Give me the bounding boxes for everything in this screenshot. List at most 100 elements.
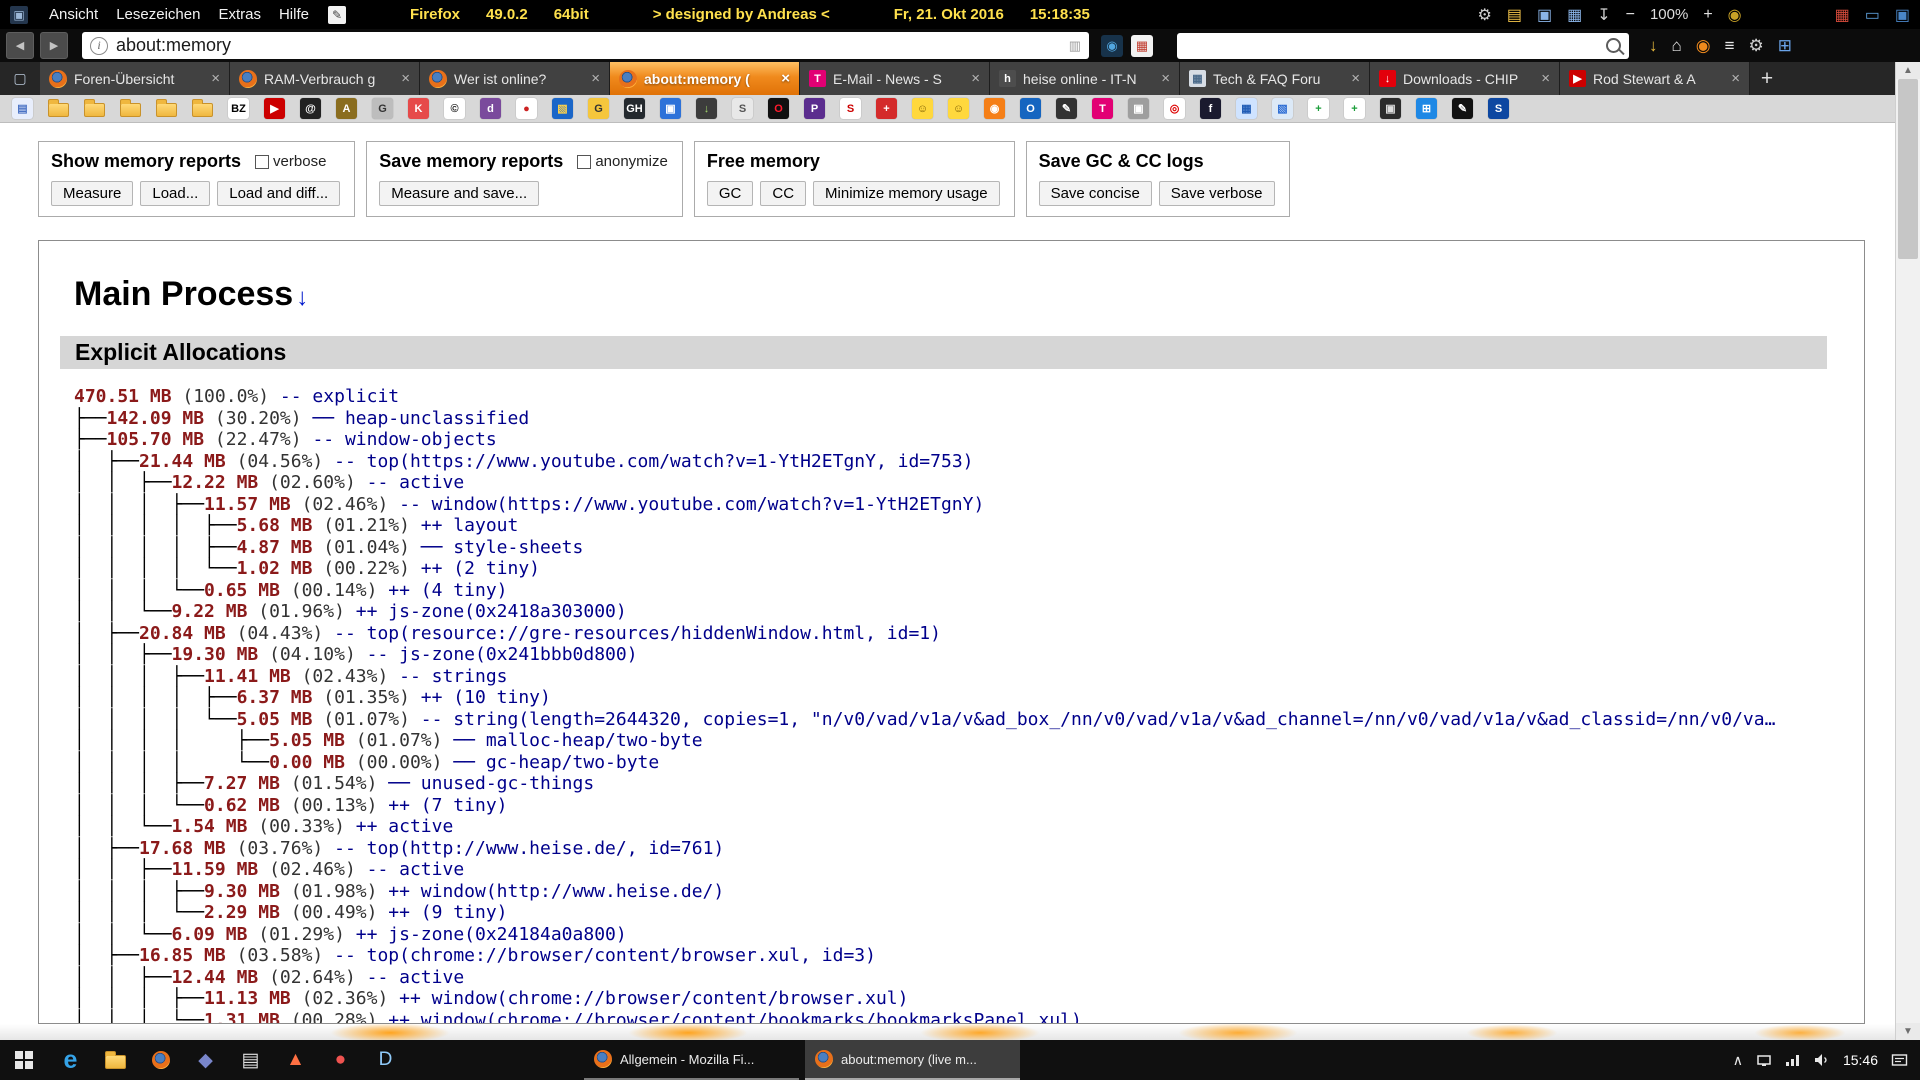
- tab-rod-stewart-a[interactable]: ▶Rod Stewart & A×: [1560, 62, 1750, 95]
- memory-node[interactable]: ++ js-zone(0x24184a0a800): [356, 924, 627, 945]
- bookmark-folder-icon[interactable]: [84, 103, 105, 117]
- memory-node[interactable]: -- explicit: [280, 386, 399, 407]
- scroll-down-icon[interactable]: ▼: [1896, 1023, 1920, 1040]
- zoom-level[interactable]: 100%: [1650, 6, 1688, 23]
- memory-node[interactable]: -- string(length=2644320, copies=1, "n/v…: [421, 709, 1776, 730]
- tab-close-icon[interactable]: ×: [1731, 70, 1740, 87]
- media-icon[interactable]: ▲: [273, 1040, 318, 1080]
- screenshot-tool-icon[interactable]: ◉: [1101, 35, 1123, 57]
- explorer-icon[interactable]: [93, 1040, 138, 1080]
- tab-close-icon[interactable]: ×: [401, 70, 410, 87]
- menu-ansicht[interactable]: Ansicht: [40, 6, 107, 23]
- bookmark-folder-icon[interactable]: [48, 103, 69, 117]
- memory-node[interactable]: -- strings: [399, 666, 507, 687]
- tab-foren-übersicht[interactable]: Foren-Übersicht×: [40, 62, 230, 95]
- red-bookmark[interactable]: K: [408, 98, 429, 119]
- memory-node[interactable]: -- js-zone(0x241bbb0d800): [367, 644, 638, 665]
- tab-close-icon[interactable]: ×: [211, 70, 220, 87]
- memory-node[interactable]: -- active: [367, 472, 465, 493]
- sfr-bookmark[interactable]: S: [840, 98, 861, 119]
- zoom-in-icon[interactable]: +: [1703, 6, 1712, 24]
- pencil2-bookmark[interactable]: ✎: [1452, 98, 1473, 119]
- taskbar-window-allgemein-mozilla-fi[interactable]: Allgemein - Mozilla Fi...: [584, 1040, 799, 1080]
- gold2-bookmark[interactable]: G: [588, 98, 609, 119]
- power-plug-icon[interactable]: [1756, 1053, 1772, 1067]
- pencil-bookmark[interactable]: ✎: [1056, 98, 1077, 119]
- s9-bookmark[interactable]: S: [1488, 98, 1509, 119]
- memory-node[interactable]: ++ window(http://www.heise.de/): [388, 881, 724, 902]
- bluegrid2-bookmark[interactable]: ▧: [1272, 98, 1293, 119]
- memory-node[interactable]: -- active: [367, 967, 465, 988]
- at-bookmark[interactable]: @: [300, 98, 321, 119]
- home-icon[interactable]: ⌂: [1672, 36, 1682, 56]
- menu-hamburger-icon[interactable]: ≡: [1725, 36, 1735, 56]
- forward-button[interactable]: ▶: [40, 32, 68, 59]
- greencross2-bookmark[interactable]: +: [1344, 98, 1365, 119]
- verbose-checkbox[interactable]: [255, 155, 269, 169]
- p-bookmark[interactable]: P: [804, 98, 825, 119]
- tab-close-icon[interactable]: ×: [781, 70, 790, 87]
- gc-button[interactable]: GC: [707, 181, 754, 206]
- memory-node[interactable]: -- top(http://www.heise.de/, id=761): [334, 838, 724, 859]
- addon-orange-icon[interactable]: ◉: [1696, 36, 1711, 56]
- save-verbose-button[interactable]: Save verbose: [1159, 181, 1275, 206]
- measure-and-save-button[interactable]: Measure and save...: [379, 181, 539, 206]
- menu-lesezeichen[interactable]: Lesezeichen: [107, 6, 209, 23]
- search-icon[interactable]: [1606, 38, 1621, 53]
- telekom-bookmark[interactable]: T: [1092, 98, 1113, 119]
- memory-node[interactable]: ++ (2 tiny): [421, 558, 540, 579]
- s-bookmark[interactable]: S: [732, 98, 753, 119]
- tray-expand-icon[interactable]: ∧: [1733, 1052, 1743, 1069]
- taskbar-window-about-memory-live-m[interactable]: about:memory (live m...: [805, 1040, 1020, 1080]
- memory-node[interactable]: -- top(https://www.youtube.com/watch?v=1…: [334, 451, 973, 472]
- firefox-icon[interactable]: [138, 1040, 183, 1080]
- opera-bookmark[interactable]: O: [768, 98, 789, 119]
- mosaic-bookmark[interactable]: ▧: [552, 98, 573, 119]
- search-box[interactable]: [1177, 33, 1629, 59]
- memory-node[interactable]: ++ active: [356, 816, 454, 837]
- gold-bookmark[interactable]: A: [336, 98, 357, 119]
- app-icon[interactable]: ▣: [10, 6, 28, 24]
- bluegrid-bookmark[interactable]: ▦: [1236, 98, 1257, 119]
- memory-node[interactable]: -- top(resource://gre-resources/hiddenWi…: [334, 623, 941, 644]
- page-bookmark[interactable]: ▤: [12, 98, 33, 119]
- smiley2-bookmark[interactable]: ☺: [948, 98, 969, 119]
- tab-about-memory[interactable]: about:memory (×: [610, 62, 800, 95]
- memory-node[interactable]: ++ (10 tiny): [421, 687, 551, 708]
- session-manager-icon[interactable]: ▦: [1131, 35, 1153, 57]
- memory-node[interactable]: ++ (7 tiny): [388, 795, 507, 816]
- vertical-scrollbar[interactable]: ▲ ▼: [1895, 62, 1920, 1040]
- bookmark-folder-icon[interactable]: [156, 103, 177, 117]
- tab-downloads-chip[interactable]: ↓Downloads - CHIP×: [1370, 62, 1560, 95]
- page-action-icon[interactable]: ▥: [1069, 38, 1081, 54]
- screen-capture-icon[interactable]: ▦: [1835, 5, 1850, 25]
- red-circle-bookmark[interactable]: ●: [516, 98, 537, 119]
- download-tray-icon[interactable]: ↧: [1597, 5, 1610, 25]
- youtube-bookmark[interactable]: ▶: [264, 98, 285, 119]
- back-button[interactable]: ◀: [6, 32, 34, 59]
- bookmark-folder-icon[interactable]: [120, 103, 141, 117]
- copyright-bookmark[interactable]: ©: [444, 98, 465, 119]
- panel-icon[interactable]: ▦: [1567, 5, 1582, 25]
- memory-node[interactable]: ++ (4 tiny): [388, 580, 507, 601]
- camera-bookmark[interactable]: ▣: [1128, 98, 1149, 119]
- memory-node[interactable]: -- top(chrome://browser/content/browser.…: [334, 945, 876, 966]
- orange-bookmark[interactable]: ◉: [984, 98, 1005, 119]
- zoom-out-icon[interactable]: −: [1626, 6, 1635, 24]
- notepad-icon[interactable]: ▤: [228, 1040, 273, 1080]
- target-bookmark[interactable]: ◎: [1164, 98, 1185, 119]
- d-app-icon[interactable]: D: [363, 1040, 408, 1080]
- edge-icon[interactable]: e: [48, 1040, 93, 1080]
- memory-node[interactable]: -- active: [367, 859, 465, 880]
- settings-gear-icon[interactable]: ⚙: [1477, 5, 1491, 25]
- memory-node[interactable]: ++ (9 tiny): [388, 902, 507, 923]
- memory-node[interactable]: -- window(https://www.youtube.com/watch?…: [399, 494, 984, 515]
- search-input[interactable]: [1185, 36, 1606, 55]
- tab-close-icon[interactable]: ×: [1161, 70, 1170, 87]
- monitor-icon[interactable]: ▭: [1865, 5, 1880, 25]
- memory-node[interactable]: -- window-objects: [312, 429, 496, 450]
- github-bookmark[interactable]: GH: [624, 98, 645, 119]
- notes-icon[interactable]: ✎: [328, 6, 346, 24]
- window-icon[interactable]: ▣: [1537, 5, 1552, 25]
- folder-icon[interactable]: ▤: [1507, 5, 1522, 25]
